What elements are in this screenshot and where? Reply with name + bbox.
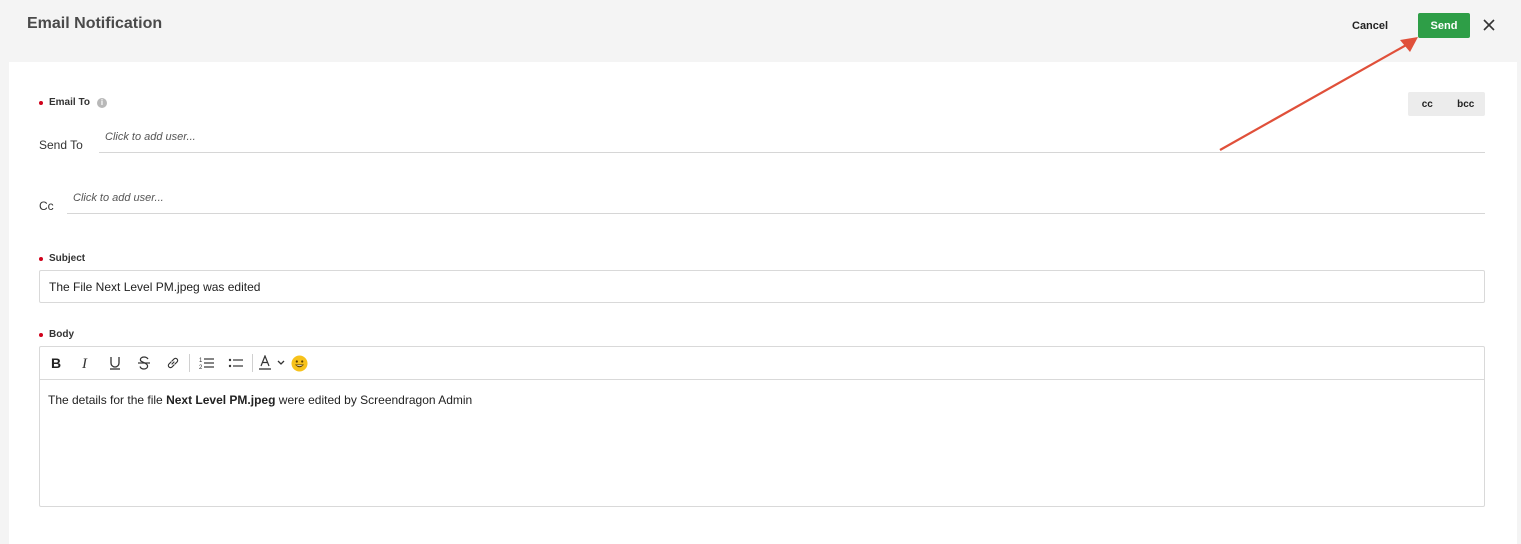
editor-toolbar: B I 12 (40, 347, 1484, 380)
italic-icon[interactable]: I (71, 351, 100, 375)
cc-field (67, 188, 1485, 214)
body-text-start: The details for the file (48, 393, 167, 407)
link-icon[interactable] (158, 351, 187, 375)
cc-input[interactable] (67, 188, 1485, 208)
cc-bcc-toggle-group: cc bcc (1408, 92, 1485, 116)
send-to-input[interactable] (99, 127, 1485, 147)
body-label: Body (39, 329, 74, 340)
bcc-toggle-button[interactable]: bcc (1447, 92, 1486, 116)
body-editor: B I 12 The details for the file Next Lev… (39, 346, 1485, 507)
dialog-title: Email Notification (27, 15, 163, 32)
svg-text:1: 1 (199, 358, 203, 364)
bold-icon[interactable]: B (49, 351, 63, 375)
close-icon[interactable] (1480, 16, 1498, 34)
cc-label: Cc (39, 199, 54, 213)
underline-icon[interactable] (100, 351, 129, 375)
send-button[interactable]: Send (1418, 13, 1470, 38)
svg-text:B: B (51, 356, 61, 370)
send-to-field (99, 127, 1485, 153)
editor-content[interactable]: The details for the file Next Level PM.j… (40, 380, 1484, 420)
toolbar-divider (252, 354, 253, 372)
cancel-button[interactable]: Cancel (1352, 17, 1388, 35)
bulleted-list-icon[interactable] (221, 351, 250, 375)
required-indicator (39, 332, 43, 337)
strikethrough-icon[interactable] (129, 351, 158, 375)
email-to-label: Email To i (39, 97, 107, 108)
toolbar-divider (189, 354, 190, 372)
send-to-label: Send To (39, 138, 83, 152)
text-color-icon[interactable] (255, 351, 275, 375)
svg-text:I: I (81, 356, 88, 370)
numbered-list-icon[interactable]: 12 (192, 351, 221, 375)
email-to-label-text: Email To (49, 97, 90, 108)
body-text-end: were edited by Screendragon Admin (275, 393, 473, 407)
dialog-header: Email Notification Cancel Send (0, 0, 1521, 52)
required-indicator (39, 100, 43, 105)
subject-label-text: Subject (49, 253, 86, 264)
svg-text:2: 2 (199, 365, 203, 370)
emoji-icon[interactable] (287, 351, 311, 375)
info-icon[interactable]: i (96, 97, 107, 108)
required-indicator (39, 256, 43, 261)
subject-label: Subject (39, 253, 85, 264)
body-label-text: Body (49, 329, 74, 340)
body-text-filename: Next Level PM.jpeg (166, 393, 276, 407)
chevron-down-icon[interactable] (275, 351, 287, 375)
subject-input[interactable] (39, 270, 1485, 303)
cc-toggle-button[interactable]: cc (1408, 92, 1447, 116)
